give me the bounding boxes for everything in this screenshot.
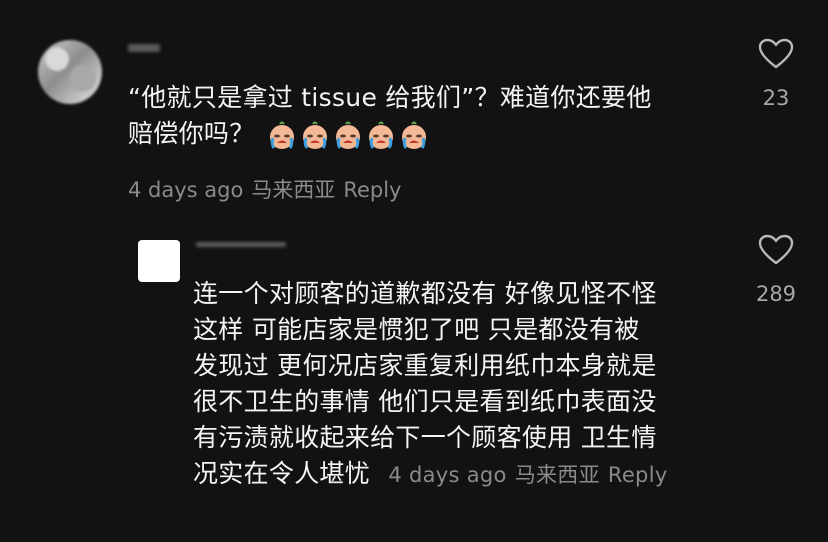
comment-location: 马来西亚 xyxy=(514,463,600,487)
comment-text: “他就只是拿过 tissue 给我们”？难道你还要他 赔偿你吗？ xyxy=(128,80,728,153)
like-count: 23 xyxy=(762,86,790,110)
comment-text-line: 这样 可能店家是惯犯了吧 只是都没有被 xyxy=(193,315,640,344)
comment-time: 4 days ago xyxy=(388,463,507,487)
comment-meta: 4 days ago 马来西亚 Reply xyxy=(128,174,410,204)
avatar[interactable] xyxy=(38,40,102,104)
comment-meta: 4 days ago 马来西亚 Reply xyxy=(388,463,675,487)
comment-text-line: 很不卫生的事情 他们只是看到纸巾表面没 xyxy=(193,387,657,416)
comment-text-line: 赔偿你吗？ xyxy=(128,116,728,153)
reply-button[interactable]: Reply xyxy=(343,178,401,202)
crying-face-icon xyxy=(399,121,429,151)
crying-face-icon xyxy=(333,121,363,151)
like-button[interactable]: 289 xyxy=(746,234,806,306)
comment-text-line: “他就只是拿过 tissue 给我们”？难道你还要他 xyxy=(128,83,652,112)
comment-text-line: 有污渍就收起来给下一个顾客使用 卫生情 xyxy=(193,423,657,452)
heart-icon xyxy=(758,38,794,69)
username-blurred[interactable] xyxy=(128,44,160,52)
comment-time: 4 days ago xyxy=(128,178,244,202)
comment-location: 马来西亚 xyxy=(251,178,336,202)
comment-text-line: 发现过 更何况店家重复利用纸巾本身就是 xyxy=(193,351,657,380)
crying-face-icon xyxy=(366,121,396,151)
comment-text-line: 连一个对顾客的道歉都没有 好像见怪不怪 xyxy=(193,279,657,308)
like-button[interactable]: 23 xyxy=(746,38,806,110)
reply-button[interactable]: Reply xyxy=(608,463,668,487)
comment-text-line-2: 赔偿你吗？ xyxy=(128,119,255,148)
avatar[interactable] xyxy=(138,240,180,282)
crying-face-icon xyxy=(300,121,330,151)
heart-icon xyxy=(758,234,794,265)
username-blurred[interactable] xyxy=(196,242,286,247)
comment-text-last-line: 况实在令人堪忧 xyxy=(193,459,371,488)
comment-text-line: 况实在令人堪忧 4 days ago 马来西亚 Reply xyxy=(193,456,733,493)
like-count: 289 xyxy=(755,282,797,306)
crying-face-icon xyxy=(267,121,297,151)
comment-text: 连一个对顾客的道歉都没有 好像见怪不怪 这样 可能店家是惯犯了吧 只是都没有被 … xyxy=(193,276,733,493)
emoji-row xyxy=(267,117,432,153)
